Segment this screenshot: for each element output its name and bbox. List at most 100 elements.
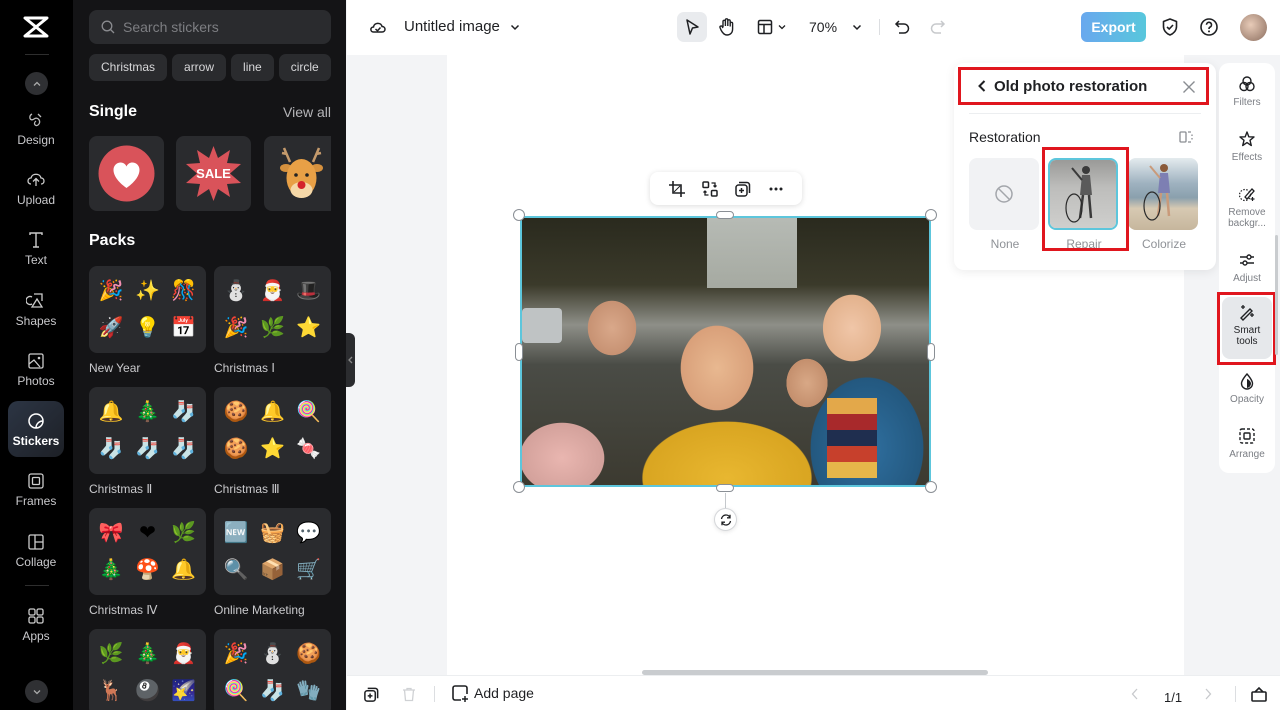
collapse-panel-button[interactable] bbox=[346, 333, 355, 387]
back-button[interactable] bbox=[977, 79, 987, 93]
pack-name: New Year bbox=[89, 361, 141, 375]
selected-photo[interactable] bbox=[520, 216, 931, 487]
sticker-glyph: 🎊 bbox=[171, 279, 197, 302]
sticker-glyph: 🛒 bbox=[296, 559, 322, 582]
zoom-dropdown-button[interactable] bbox=[849, 19, 865, 35]
chevron-up-icon bbox=[33, 81, 40, 86]
tag-chip[interactable]: arrow bbox=[172, 54, 227, 81]
resize-handle-top[interactable] bbox=[716, 211, 734, 219]
sticker-glyph: 🎉 bbox=[223, 317, 249, 340]
tag-chip[interactable]: circle bbox=[278, 54, 331, 81]
rotate-handle[interactable] bbox=[714, 508, 737, 531]
option-thumbnail bbox=[1048, 158, 1118, 230]
rail-item-upload[interactable]: Upload bbox=[8, 160, 64, 216]
pack-thumbnail: 🔔 🎄 🧦 🧦 🧦 🧦 bbox=[89, 387, 206, 474]
resize-handle-right[interactable] bbox=[927, 343, 935, 361]
tool-arrange[interactable]: Arrange bbox=[1222, 421, 1272, 460]
rail-item-design[interactable]: Design bbox=[8, 100, 64, 156]
zoom-level[interactable]: 70% bbox=[809, 19, 837, 35]
view-all-link[interactable]: View all bbox=[283, 104, 331, 120]
layout-dropdown-button[interactable] bbox=[753, 16, 789, 38]
add-page-button[interactable]: Add page bbox=[451, 684, 534, 702]
opacity-drop-icon bbox=[1240, 372, 1254, 390]
resize-handle-top-left[interactable] bbox=[513, 209, 525, 221]
tool-filters[interactable]: Filters bbox=[1222, 69, 1272, 108]
pack-christmas-2[interactable]: 🔔 🎄 🧦 🧦 🧦 🧦 Christmas Ⅱ bbox=[89, 387, 206, 496]
previous-page-button[interactable] bbox=[1126, 685, 1144, 703]
tool-effects[interactable]: Effects bbox=[1222, 124, 1272, 163]
tool-smart-tools[interactable]: Smart tools bbox=[1222, 297, 1272, 359]
rail-item-collage[interactable]: Collage bbox=[8, 522, 64, 578]
security-button[interactable] bbox=[1159, 16, 1181, 38]
pack-neon-christmas[interactable]: 🌿 🎄 🎅 🦌 🎱 🌠 bbox=[89, 629, 206, 710]
pack-christmas-4[interactable]: 🎀 ❤ 🌿 🎄 🍄 🔔 Christmas Ⅳ bbox=[89, 508, 206, 617]
tag-chip[interactable]: Christmas bbox=[89, 54, 168, 81]
magic-wand-icon bbox=[1240, 305, 1254, 321]
more-options-button[interactable] bbox=[765, 178, 787, 200]
rail-scroll-down-button[interactable] bbox=[25, 680, 48, 703]
duplicate-icon bbox=[734, 181, 750, 197]
resize-handle-bottom-right[interactable] bbox=[925, 481, 937, 493]
select-tool-button[interactable] bbox=[677, 12, 707, 42]
tool-adjust[interactable]: Adjust bbox=[1222, 245, 1272, 284]
sticker-search-box[interactable] bbox=[89, 10, 331, 44]
replace-button[interactable] bbox=[699, 178, 721, 200]
rail-item-frames[interactable]: Frames bbox=[8, 461, 64, 517]
resize-handle-bottom[interactable] bbox=[716, 484, 734, 492]
tool-remove-background[interactable]: Remove backgr... bbox=[1222, 179, 1272, 229]
chevron-down-icon bbox=[778, 25, 785, 30]
redo-button[interactable] bbox=[928, 17, 948, 37]
compare-toggle-icon[interactable] bbox=[1178, 129, 1194, 145]
repair-preview-image bbox=[1050, 160, 1116, 228]
duplicate-button[interactable] bbox=[732, 178, 754, 200]
sticker-reindeer[interactable] bbox=[263, 136, 331, 211]
title-dropdown-button[interactable] bbox=[507, 19, 523, 35]
sticker-search-input[interactable] bbox=[123, 19, 313, 35]
pack-online-marketing[interactable]: 🆕 🧺 💬 🔍 📦 🛒 Online Marketing bbox=[214, 508, 331, 617]
duplicate-page-button[interactable] bbox=[362, 685, 380, 703]
adjust-sliders-icon bbox=[1240, 254, 1254, 266]
restoration-option-colorize[interactable]: Colorize bbox=[1128, 158, 1200, 251]
rail-scroll-up-button[interactable] bbox=[25, 72, 48, 95]
tag-chip[interactable]: line bbox=[231, 54, 274, 81]
rail-item-shapes[interactable]: Shapes bbox=[8, 281, 64, 337]
pack-thumbnail: ⛄ 🎅 🎩 🎉 🌿 ⭐ bbox=[214, 266, 331, 353]
chevron-left-icon bbox=[1131, 688, 1138, 700]
option-thumbnail bbox=[1128, 158, 1198, 230]
crop-button[interactable] bbox=[666, 178, 688, 200]
rail-item-stickers[interactable]: Stickers bbox=[8, 401, 64, 457]
rail-item-text[interactable]: Text bbox=[8, 220, 64, 276]
user-avatar[interactable] bbox=[1240, 14, 1267, 41]
close-panel-button[interactable] bbox=[1180, 78, 1198, 96]
page-panel-toggle[interactable] bbox=[1250, 685, 1268, 703]
delete-page-button[interactable] bbox=[400, 685, 418, 703]
undo-button[interactable] bbox=[892, 17, 912, 37]
sticker-glyph: 🎅 bbox=[260, 279, 285, 302]
pack-name: Christmas Ⅲ bbox=[214, 482, 280, 496]
pack-christmas-3[interactable]: 🍪 🔔 🍭 🍪 ⭐ 🍬 Christmas Ⅲ bbox=[214, 387, 331, 496]
export-button[interactable]: Export bbox=[1081, 12, 1146, 42]
tool-opacity[interactable]: Opacity bbox=[1222, 366, 1272, 405]
pack-new-year[interactable]: 🎉 ✨ 🎊 🚀 💡 📅 New Year bbox=[89, 266, 206, 375]
pack-christmas-1[interactable]: ⛄ 🎅 🎩 🎉 🌿 ⭐ Christmas Ⅰ bbox=[214, 266, 331, 375]
help-button[interactable] bbox=[1198, 16, 1220, 38]
sticker-sale[interactable]: SALE bbox=[176, 136, 252, 211]
vertical-scrollbar[interactable] bbox=[1275, 235, 1278, 355]
tool-label: Adjust bbox=[1233, 273, 1261, 284]
next-page-button[interactable] bbox=[1199, 685, 1217, 703]
rail-item-label: Design bbox=[17, 132, 55, 147]
hand-tool-button[interactable] bbox=[715, 15, 739, 39]
rail-item-apps[interactable]: Apps bbox=[8, 596, 64, 652]
pack-festive[interactable]: 🎉 ⛄ 🍪 🍭 🧦 🧤 bbox=[214, 629, 331, 710]
document-title[interactable]: Untitled image bbox=[404, 18, 500, 35]
resize-handle-left[interactable] bbox=[515, 343, 523, 361]
sticker-heart[interactable] bbox=[89, 136, 164, 211]
photos-icon bbox=[28, 352, 44, 369]
restoration-option-repair[interactable]: Repair bbox=[1048, 158, 1120, 251]
cloud-save-button[interactable] bbox=[368, 17, 388, 37]
rail-item-photos[interactable]: Photos bbox=[8, 341, 64, 397]
option-thumbnail bbox=[969, 158, 1039, 230]
resize-handle-bottom-left[interactable] bbox=[513, 481, 525, 493]
resize-handle-top-right[interactable] bbox=[925, 209, 937, 221]
restoration-option-none[interactable]: None bbox=[969, 158, 1041, 251]
